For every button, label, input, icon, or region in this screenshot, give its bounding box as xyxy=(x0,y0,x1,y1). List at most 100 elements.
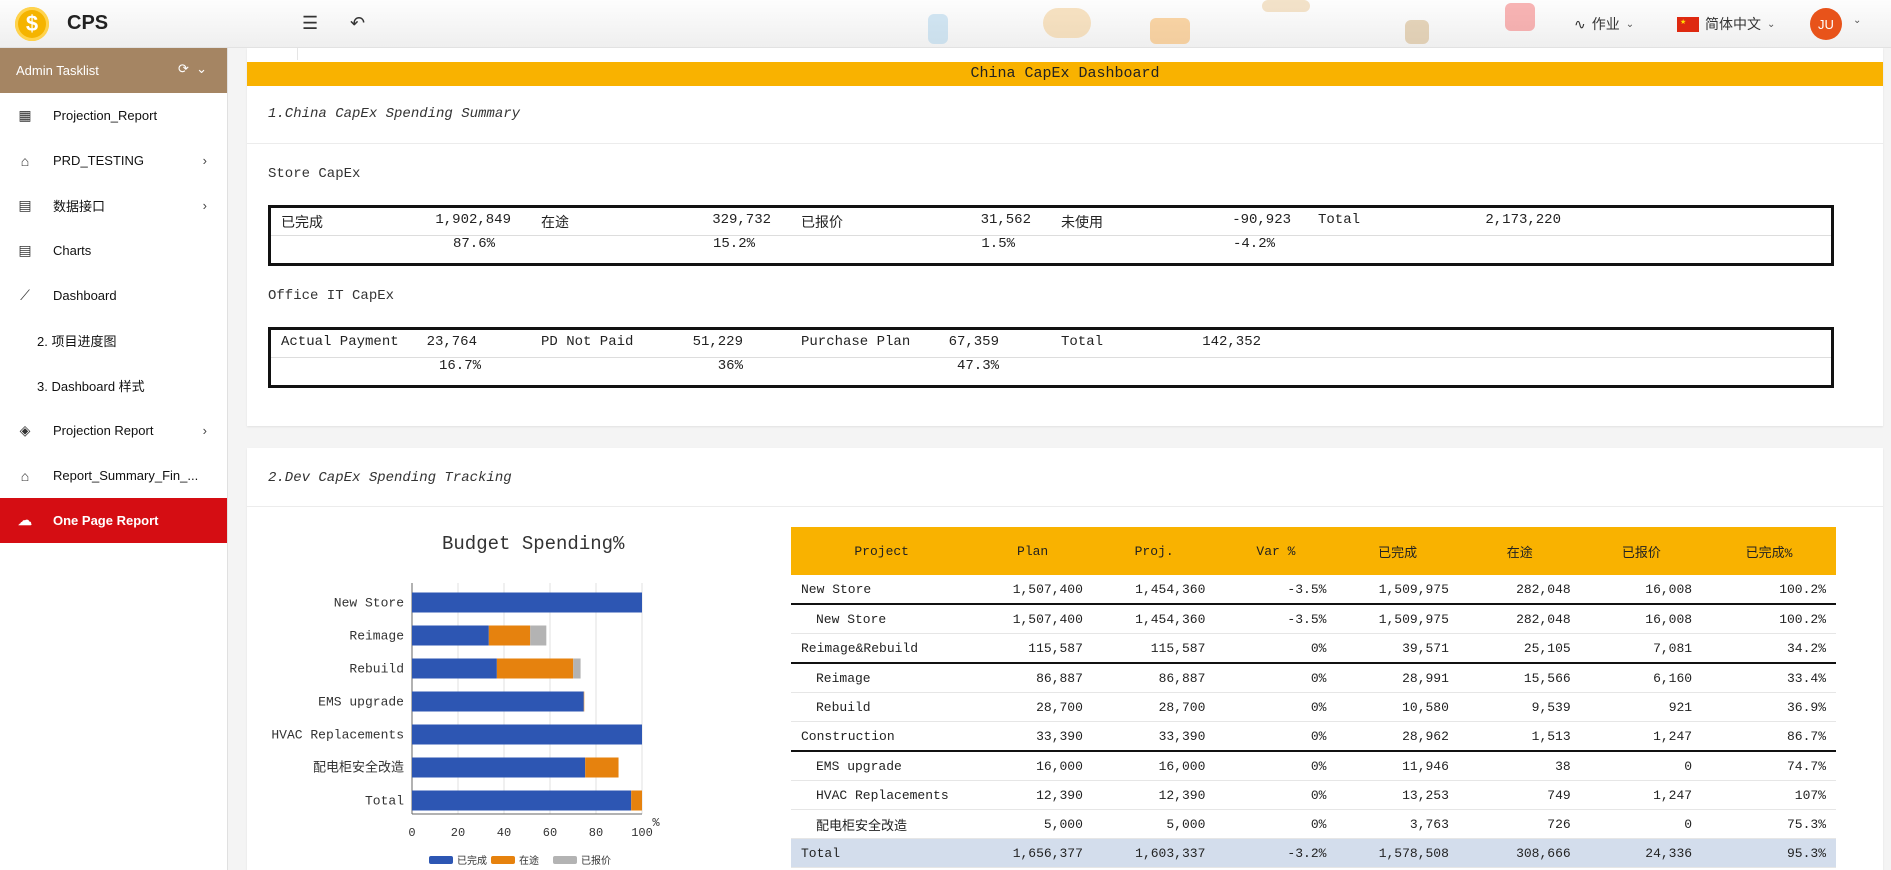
work-menu[interactable]: ∿ 作业 ⌄ xyxy=(1574,14,1634,34)
sidebar-item-7[interactable]: ◈ Projection Report › xyxy=(0,408,227,453)
sidebar-item-4[interactable]: ⟋ Dashboard xyxy=(0,273,227,318)
sidebar-header[interactable]: Admin Tasklist ⟳ ⌄ xyxy=(0,48,227,93)
value-cell: 39,571 xyxy=(1336,633,1459,664)
value-cell: 16,000 xyxy=(972,751,1093,781)
avatar[interactable]: JU xyxy=(1810,8,1842,40)
table-row[interactable]: New Store 1,507,400 1,454,360 -3.5% 1,509,97… xyxy=(791,604,1836,634)
table-row[interactable]: Total 1,656,377 1,603,337 -3.2% 1,578,508 308… xyxy=(791,838,1836,868)
table-row[interactable]: 配电柜安全改造 5,000 5,000 0% 3,763 726 0 75.3% xyxy=(791,809,1836,839)
column-header[interactable]: Plan xyxy=(972,527,1093,575)
column-header[interactable]: 在途 xyxy=(1458,527,1581,575)
store-capex-table: 已完成 1,902,849 在途 329,732 已报价 31,562 未使用 -90,923… xyxy=(268,205,1834,266)
line-chart-icon: ⟋ xyxy=(20,287,30,303)
bar-1-2 xyxy=(496,658,574,679)
summary-label: Total xyxy=(1318,212,1361,228)
chevron-right-icon: › xyxy=(202,153,207,168)
value-cell: 308,666 xyxy=(1458,838,1581,868)
cloud-icon: ☁ xyxy=(18,512,32,528)
project-name-cell: New Store xyxy=(791,575,973,605)
table-row[interactable]: Construction 33,390 33,390 0% 28,962 1,513 1,2… xyxy=(791,721,1836,752)
user-menu-chevron-icon[interactable]: ⌄ xyxy=(1853,15,1861,26)
hamburger-icon[interactable]: ☰ xyxy=(302,13,318,34)
back-arrow-icon[interactable]: ↶ xyxy=(350,13,365,34)
store-icon: ⌂ xyxy=(20,467,30,484)
table-row[interactable]: EMS upgrade 16,000 16,000 0% 11,946 38 0 74.7% xyxy=(791,751,1836,781)
value-cell: 921 xyxy=(1580,692,1703,722)
table-icon: ▦ xyxy=(18,107,32,123)
project-name-cell: New Store xyxy=(791,604,973,634)
bar-2-1 xyxy=(530,625,547,646)
refresh-icon[interactable]: ⟳ ⌄ xyxy=(178,61,207,77)
value-cell: 0 xyxy=(1580,751,1703,781)
sidebar-item-3[interactable]: ▤ Charts xyxy=(0,228,227,273)
value-cell: -3.2% xyxy=(1215,838,1337,868)
table-row[interactable]: Rebuild 28,700 28,700 0% 10,580 9,539 921 36.9% xyxy=(791,692,1836,722)
value-cell: 74.7% xyxy=(1702,751,1836,781)
language-selector[interactable]: 简体中文 ⌄ xyxy=(1677,14,1775,34)
office-it-capex-table: Actual Payment 23,764 PD Not Paid 51,229 Pur… xyxy=(268,327,1834,388)
summary-label: 在途 xyxy=(541,216,569,232)
project-name-cell: Reimage xyxy=(791,663,973,693)
value-cell: 11,946 xyxy=(1336,751,1459,781)
y-tick-label: New Store xyxy=(334,596,404,611)
table-row[interactable]: HVAC Replacements 12,390 12,390 0% 13,253 749… xyxy=(791,780,1836,810)
table-row[interactable]: Reimage 86,887 86,887 0% 28,991 15,566 6,160 33… xyxy=(791,663,1836,693)
column-header[interactable]: Var % xyxy=(1215,527,1337,575)
value-cell: 0% xyxy=(1215,780,1337,810)
value-cell: 282,048 xyxy=(1458,604,1581,634)
legend-label: 在途 xyxy=(519,854,539,867)
decor-burger-icon xyxy=(1043,8,1091,38)
summary-value: 23,764 xyxy=(426,334,477,350)
table-row[interactable]: New Store 1,507,400 1,454,360 -3.5% 1,509,97… xyxy=(791,575,1836,605)
x-tick-label: 40 xyxy=(497,826,511,840)
value-cell: 33,390 xyxy=(972,721,1093,752)
summary-label: Total xyxy=(1061,334,1104,350)
column-header[interactable]: Project xyxy=(791,527,973,575)
column-header[interactable]: 已完成% xyxy=(1702,527,1836,575)
y-tick-label: Total xyxy=(365,794,404,809)
sidebar-item-1[interactable]: ⌂ PRD_TESTING › xyxy=(0,138,227,183)
column-header[interactable]: 已完成 xyxy=(1336,527,1459,575)
store-capex-label: Store CapEx xyxy=(268,166,361,182)
x-tick-label: 100 xyxy=(631,826,653,840)
summary-percent: 36% xyxy=(717,358,743,374)
sidebar: Admin Tasklist ⟳ ⌄ ▦ Projection_Report ⌂ PR… xyxy=(0,48,228,870)
summary-value: 51,229 xyxy=(692,334,743,350)
legend-swatch xyxy=(491,856,515,864)
value-cell: -3.5% xyxy=(1215,575,1337,605)
table-row[interactable]: Reimage&Rebuild 115,587 115,587 0% 39,571 25,… xyxy=(791,633,1836,664)
column-header[interactable]: Proj. xyxy=(1092,527,1216,575)
sidebar-item-label: Projection Report xyxy=(53,423,154,438)
value-cell: 1,247 xyxy=(1580,721,1703,752)
column-header[interactable]: 已报价 xyxy=(1580,527,1703,575)
value-cell: 95.3% xyxy=(1702,838,1836,868)
sidebar-item-6[interactable]: 3. Dashboard 样式 xyxy=(0,363,227,408)
sidebar-item-5[interactable]: 2. 项目进度图 xyxy=(0,318,227,363)
value-cell: 726 xyxy=(1458,809,1581,839)
language-label: 简体中文 xyxy=(1705,16,1761,32)
sidebar-item-2[interactable]: ▤ 数据接口 › xyxy=(0,183,227,228)
value-cell: 0% xyxy=(1215,721,1337,752)
store-icon: ⌂ xyxy=(20,152,30,169)
value-cell: 6,160 xyxy=(1580,663,1703,693)
sidebar-item-label: Projection_Report xyxy=(53,108,158,123)
x-unit-label: % xyxy=(652,816,660,830)
sidebar-item-0[interactable]: ▦ Projection_Report xyxy=(0,93,227,138)
bar-0-5 xyxy=(412,757,586,778)
value-cell: 15,566 xyxy=(1458,663,1581,693)
summary-value: 2,173,220 xyxy=(1485,212,1561,228)
value-cell: 25,105 xyxy=(1458,633,1581,664)
value-cell: 1,509,975 xyxy=(1336,575,1459,605)
value-cell: 749 xyxy=(1458,780,1581,810)
value-cell: 28,991 xyxy=(1336,663,1459,693)
sidebar-item-8[interactable]: ⌂ Report_Summary_Fin_... xyxy=(0,453,227,498)
value-cell: 16,000 xyxy=(1092,751,1216,781)
value-cell: 12,390 xyxy=(1092,780,1216,810)
value-cell: 1,509,975 xyxy=(1336,604,1459,634)
value-cell: 1,578,508 xyxy=(1336,838,1459,868)
summary-value: 142,352 xyxy=(1202,334,1261,350)
value-cell: 1,656,377 xyxy=(972,838,1093,868)
value-cell: 28,700 xyxy=(1092,692,1216,722)
value-cell: 3,763 xyxy=(1336,809,1459,839)
sidebar-item-9[interactable]: ☁ One Page Report xyxy=(0,498,227,543)
